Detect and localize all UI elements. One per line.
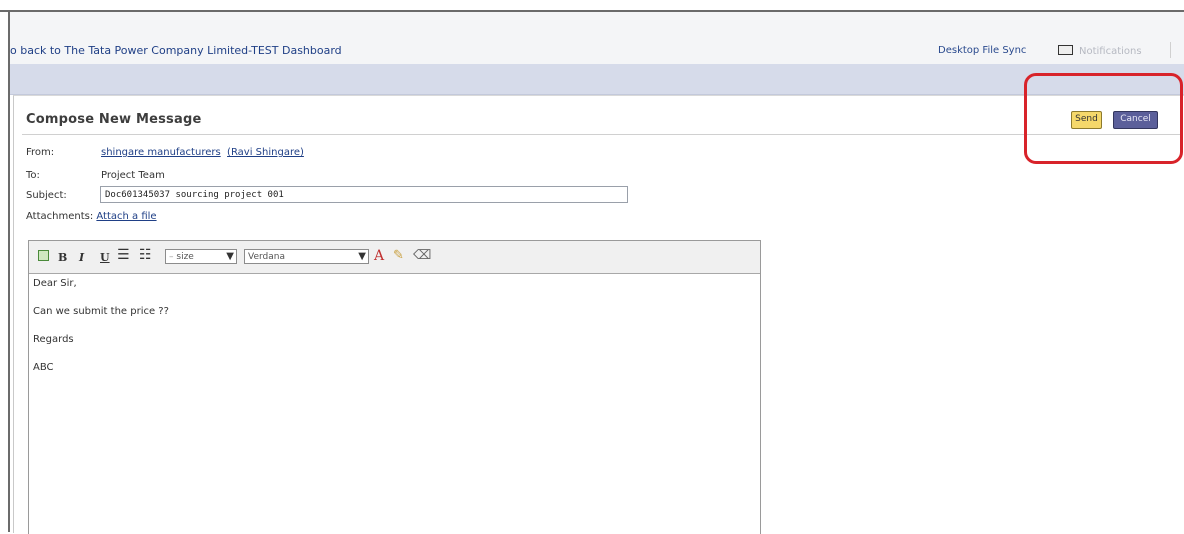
subject-input[interactable]: Doc601345037 sourcing project 001 (100, 186, 628, 203)
editor-toolbar: B I U ☰ ☷ – size ▼ Verdana ▼ A ✎ ⌫ (29, 241, 760, 274)
page-title: Compose New Message (26, 112, 202, 127)
desktop-file-sync-link[interactable]: Desktop File Sync (938, 45, 1026, 56)
message-body[interactable]: Dear Sir, Can we submit the price ?? Reg… (29, 274, 760, 534)
highlight-icon[interactable]: ✎ (393, 248, 404, 263)
attachments-row: Attachments: Attach a file (26, 211, 157, 222)
header-band (10, 64, 1184, 95)
unordered-list-icon[interactable]: ☷ (139, 247, 152, 263)
ordered-list-icon[interactable]: ☰ (117, 247, 130, 263)
body-line: Dear Sir, (33, 278, 77, 289)
font-family-select[interactable]: Verdana ▼ (244, 249, 369, 264)
notifications-label: Notifications (1079, 46, 1142, 57)
bold-icon[interactable]: B (58, 251, 67, 264)
from-label: From: (26, 147, 55, 158)
html-source-icon[interactable] (38, 250, 49, 261)
dashboard-name: The Tata Power Company Limited-TEST Dash… (64, 44, 342, 57)
divider (22, 134, 1182, 135)
highlight-annotation (1024, 73, 1183, 164)
from-value: shingare manufacturers (Ravi Shingare) (101, 147, 304, 158)
subject-label: Subject: (26, 190, 67, 201)
chevron-down-icon: ▼ (226, 251, 234, 262)
font-size-value: size (176, 252, 194, 262)
chevron-down-icon: ▼ (358, 251, 366, 262)
top-navigation-bar: o back to The Tata Power Company Limited… (10, 12, 1184, 65)
eraser-icon[interactable]: ⌫ (413, 248, 431, 263)
body-line: ABC (33, 362, 54, 373)
attachments-label: Attachments: (26, 211, 94, 222)
body-line: Regards (33, 334, 74, 345)
from-person-link[interactable]: (Ravi Shingare) (227, 147, 304, 158)
body-line: Can we submit the price ?? (33, 306, 169, 317)
separator (1170, 42, 1171, 58)
envelope-icon (1058, 45, 1073, 55)
from-company-link[interactable]: shingare manufacturers (101, 147, 221, 158)
back-to-dashboard-link[interactable]: o back to The Tata Power Company Limited… (10, 44, 342, 57)
message-editor: B I U ☰ ☷ – size ▼ Verdana ▼ A ✎ ⌫ Dear Si… (28, 240, 761, 534)
window-top-border (0, 0, 1184, 12)
font-family-value: Verdana (248, 252, 285, 262)
text-color-icon[interactable]: A (374, 248, 384, 264)
compose-panel: Compose New Message Send Cancel From: sh… (13, 73, 1184, 534)
notifications-link[interactable]: Notifications (1058, 45, 1142, 57)
attach-file-link[interactable]: Attach a file (96, 211, 156, 222)
italic-icon[interactable]: I (79, 251, 84, 264)
font-size-select[interactable]: – size ▼ (165, 249, 237, 264)
back-prefix: o back to (10, 44, 65, 57)
to-label: To: (26, 170, 40, 181)
to-value: Project Team (101, 170, 165, 181)
underline-icon[interactable]: U (100, 251, 110, 264)
